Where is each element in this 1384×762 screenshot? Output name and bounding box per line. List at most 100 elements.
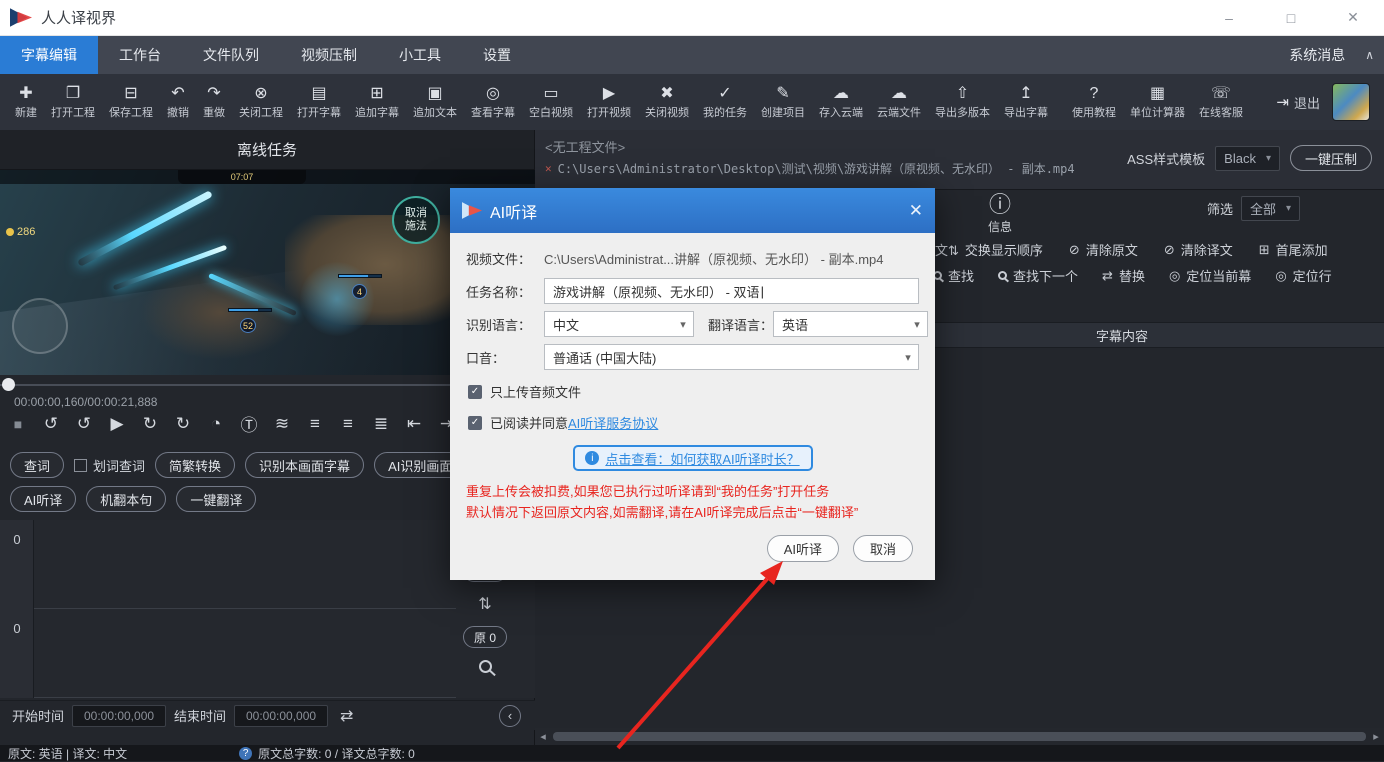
close-icon[interactable]: ✕ — [1322, 0, 1384, 36]
start-time-input[interactable]: 00:00:00,000 — [72, 705, 166, 727]
audio-only-checkbox[interactable]: ✓ — [468, 385, 482, 399]
lookup-word-button[interactable]: 查词 — [10, 452, 64, 478]
system-message-button[interactable]: 系统消息 — [1289, 45, 1345, 65]
toolbar-undo[interactable]: ↶撤销 — [160, 76, 196, 128]
toolbar-create-project[interactable]: ✎创建项目 — [754, 76, 812, 128]
filter-select[interactable]: 全部 ▾ — [1241, 196, 1300, 221]
cancel-button[interactable]: 取消 — [853, 535, 913, 562]
info-button[interactable]: ⓘ 信息 — [975, 194, 1025, 235]
jump-start-button[interactable]: ⇤ — [404, 414, 424, 434]
toolbar-blank-video[interactable]: ▭空白视频 — [522, 76, 580, 128]
warning-line-2: 默认情况下返回原文内容,如需翻译,请在AI听译完成后点击“一键翻译” — [466, 502, 919, 523]
forward-1s-button[interactable]: ↻ — [140, 414, 160, 434]
original-count-button[interactable]: 原 0 — [463, 626, 507, 648]
horizontal-scrollbar[interactable]: ◂ ▸ — [535, 728, 1384, 745]
sort-icon[interactable]: ⇅ — [478, 594, 491, 614]
recognize-language-select[interactable]: 中文 ▾ — [544, 311, 694, 337]
toolbar-close-project[interactable]: ⊗关闭工程 — [232, 76, 290, 128]
translate-language-select[interactable]: 英语 ▾ — [773, 311, 928, 337]
toolbar-redo[interactable]: ↷重做 — [196, 76, 232, 128]
simplified-traditional-button[interactable]: 简繁转换 — [155, 452, 235, 478]
menu-subtitle-edit[interactable]: 字幕编辑 — [0, 36, 98, 74]
stop-button[interactable]: ■ — [8, 416, 28, 432]
menu-file-queue[interactable]: 文件队列 — [182, 36, 280, 74]
find-next-button[interactable]: 查找下一个 — [998, 266, 1078, 285]
toolbar-save-cloud[interactable]: ☁存入云端 — [812, 76, 870, 128]
accent-select[interactable]: 普通话 (中国大陆) ▾ — [544, 344, 919, 370]
menu-video-encode[interactable]: 视频压制 — [280, 36, 378, 74]
subtitle-row[interactable]: 0 — [0, 609, 456, 698]
play-button[interactable]: ▶ — [107, 414, 127, 434]
find-button[interactable]: 查找 — [933, 266, 974, 285]
menu-workbench[interactable]: 工作台 — [98, 36, 182, 74]
toolbar-export-versions[interactable]: ⇧导出多版本 — [928, 76, 997, 128]
subtitle-row[interactable]: 0 — [0, 520, 456, 609]
toolbar-open-project[interactable]: ❐打开工程 — [44, 76, 102, 128]
locate-line-button[interactable]: ◎定位行 — [1275, 266, 1331, 285]
mt-sentence-button[interactable]: 机翻本句 — [86, 486, 166, 512]
toolbar-tutorial[interactable]: ?使用教程 — [1065, 76, 1123, 128]
zoom-icon[interactable] — [479, 660, 492, 673]
agreement-checkbox[interactable]: ✓ — [468, 416, 482, 430]
warning-line-1: 重复上传会被扣费,如果您已执行过听译请到“我的任务”打开任务 — [466, 481, 919, 502]
toolbar-export-subtitle[interactable]: ↥导出字幕 — [997, 76, 1055, 128]
ass-template-select[interactable]: Black ▾ — [1215, 146, 1280, 171]
scroll-left-icon[interactable]: ◂ — [535, 730, 551, 743]
toolbar-online-support[interactable]: ☏在线客服 — [1192, 76, 1250, 128]
rewind-3s-button[interactable]: ↺ — [41, 414, 61, 434]
replace-button[interactable]: ⇄替换 — [1102, 266, 1145, 285]
toolbar-save-project[interactable]: ⊟保存工程 — [102, 76, 160, 128]
select-lookup-toggle[interactable]: 划词查词 — [74, 456, 145, 475]
timeline-handle[interactable] — [2, 378, 15, 391]
end-time-input[interactable]: 00:00:00,000 — [234, 705, 328, 727]
toolbar-open-video[interactable]: ▶打开视频 — [580, 76, 638, 128]
swap-display-order-button[interactable]: 文⇅交换显示顺序 — [935, 240, 1043, 259]
append-ends-button[interactable]: ⊞首尾添加 — [1259, 240, 1328, 259]
select-lookup-checkbox[interactable] — [74, 459, 87, 472]
swap-times-icon[interactable]: ⇄ — [340, 706, 353, 726]
agreement-link[interactable]: AI听译服务协议 — [568, 413, 658, 432]
ai-transcribe-button[interactable]: AI听译 — [10, 486, 76, 512]
toolbar-view-subtitle[interactable]: ◎查看字幕 — [464, 76, 522, 128]
text-style-button[interactable]: Ⓣ — [239, 411, 259, 436]
ocr-frame-button[interactable]: 识别本画面字幕 — [245, 452, 364, 478]
toolbar-open-subtitle[interactable]: ▤打开字幕 — [290, 76, 348, 128]
equalizer-button[interactable]: ≋ — [272, 414, 292, 434]
dialog-title: AI听译 — [490, 199, 537, 223]
menu-tools[interactable]: 小工具 — [378, 36, 462, 74]
scrollbar-thumb[interactable] — [553, 732, 1366, 741]
task-name-input[interactable]: 游戏讲解（原视频、无水印） - 双语 | — [544, 278, 919, 304]
menu-settings[interactable]: 设置 — [462, 36, 532, 74]
chevron-up-icon[interactable]: ∧ — [1365, 48, 1374, 62]
maximize-icon[interactable]: □ — [1260, 0, 1322, 36]
toolbar-append-subtitle[interactable]: ⊞追加字幕 — [348, 76, 406, 128]
align-bottom-button[interactable]: ≣ — [371, 414, 391, 434]
toolbar-new[interactable]: ✚新建 — [8, 76, 44, 128]
cloud-upload-icon: ☁ — [833, 85, 849, 102]
toolbar-my-tasks[interactable]: ✓我的任务 — [696, 76, 754, 128]
minimize-icon[interactable]: – — [1198, 0, 1260, 36]
one-click-render-button[interactable]: 一键压制 — [1290, 145, 1372, 171]
toolbar-cloud-files[interactable]: ☁云端文件 — [870, 76, 928, 128]
confirm-ai-transcribe-button[interactable]: AI听译 — [767, 535, 839, 562]
close-icon[interactable]: ✕ — [909, 201, 923, 221]
mt-all-button[interactable]: 一键翻译 — [176, 486, 256, 512]
align-top-button[interactable]: ≡ — [305, 414, 325, 434]
collapse-panel-icon[interactable]: ‹ — [499, 705, 521, 727]
avatar[interactable] — [1332, 83, 1370, 121]
rewind-1s-button[interactable]: ↺ — [74, 414, 94, 434]
forward-3s-button[interactable]: ↻ — [173, 414, 193, 434]
remove-file-icon[interactable]: ✕ — [545, 162, 552, 175]
hint-link-button[interactable]: i 点击查看：如何获取AI听译时长？ — [573, 445, 813, 471]
timer-button[interactable]: ◔ — [206, 414, 226, 434]
scroll-right-icon[interactable]: ▸ — [1368, 730, 1384, 743]
toolbar-exit[interactable]: ⇥退出 — [1276, 93, 1320, 112]
help-circle-icon[interactable]: ? — [239, 747, 252, 760]
locate-current-button[interactable]: ◎定位当前幕 — [1169, 266, 1251, 285]
clear-source-button[interactable]: ⊘清除原文 — [1069, 240, 1138, 259]
clear-target-button[interactable]: ⊘清除译文 — [1164, 240, 1233, 259]
toolbar-append-text[interactable]: ▣追加文本 — [406, 76, 464, 128]
align-middle-button[interactable]: ≡ — [338, 414, 358, 434]
toolbar-unit-calculator[interactable]: ▦单位计算器 — [1123, 76, 1192, 128]
toolbar-close-video[interactable]: ✖关闭视频 — [638, 76, 696, 128]
